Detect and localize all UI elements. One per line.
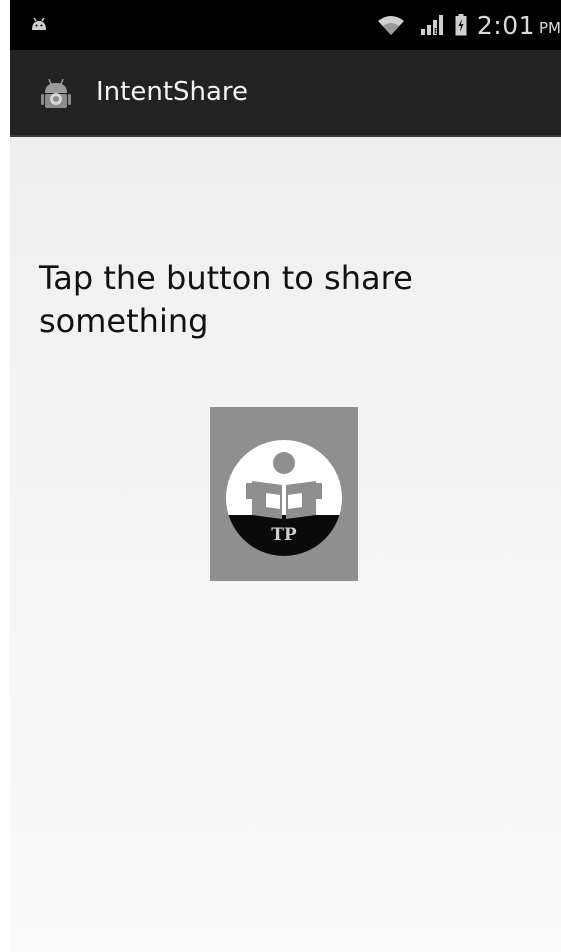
app-title: IntentShare	[96, 77, 249, 107]
android-notification-icon	[32, 17, 46, 30]
tp-logo-text: TP	[271, 525, 297, 545]
share-button[interactable]: TP	[210, 407, 358, 581]
svg-text:E: E	[434, 27, 439, 36]
app-screen: E 2:01 PM IntentShare Tap the button to …	[10, 0, 561, 952]
tp-logo-icon: TP	[226, 440, 342, 556]
signal-icon: E	[420, 15, 443, 36]
share-prompt-text: Tap the button to share something	[39, 259, 413, 340]
action-bar: IntentShare	[10, 50, 561, 137]
status-time: 2:01	[476, 10, 535, 40]
status-right-group: E 2:01 PM	[377, 0, 561, 50]
battery-icon	[455, 14, 467, 36]
android-app-icon	[41, 78, 71, 108]
status-ampm: PM	[539, 19, 561, 37]
status-bar: E 2:01 PM	[10, 0, 561, 50]
wifi-icon	[377, 16, 404, 35]
